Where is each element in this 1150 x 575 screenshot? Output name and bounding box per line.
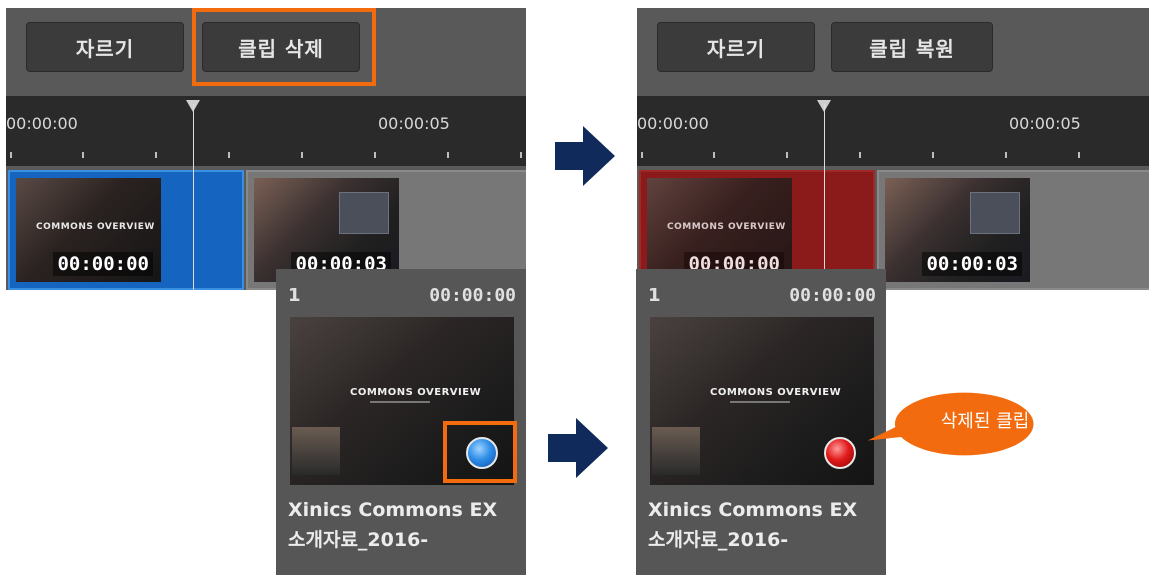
ruler-tick xyxy=(1005,152,1007,158)
clip-card-name-line1: Xinics Commons EX xyxy=(648,499,858,521)
ruler-timecode-start: 00:00:00 xyxy=(6,114,78,133)
clip-card-timecode: 00:00:00 xyxy=(429,285,516,306)
ruler-tick xyxy=(713,152,715,158)
time-ruler[interactable]: 00:00:00 00:00:05 xyxy=(6,96,526,166)
presenter-thumbnail xyxy=(292,427,340,475)
clip-index: 1 xyxy=(648,285,661,306)
clip-card-timecode: 00:00:00 xyxy=(789,285,876,306)
ruler-tick xyxy=(932,152,934,158)
ruler-tick xyxy=(641,152,643,158)
ruler-timecode-mid: 00:00:05 xyxy=(378,114,450,133)
ruler-timecode-mid: 00:00:05 xyxy=(1009,114,1081,133)
callout-text: 삭제된 클립 xyxy=(940,411,1030,432)
clip-thumbnail-title: COMMONS OVERVIEW xyxy=(667,222,786,232)
clip-thumbnail-screen xyxy=(339,192,389,234)
right-clip-card[interactable]: 1 00:00:00 COMMONS OVERVIEW Xinics Commo… xyxy=(636,269,886,575)
clip-thumbnail-title: COMMONS OVERVIEW xyxy=(36,222,155,232)
thumbnail-subtitle-line xyxy=(730,401,790,403)
time-ruler[interactable]: 00:00:00 00:00:05 xyxy=(637,96,1149,166)
ruler-tick xyxy=(447,152,449,158)
timeline-clip-selected[interactable]: COMMONS OVERVIEW 00:00:00 xyxy=(8,170,244,290)
clip-thumbnail-screen xyxy=(970,192,1020,234)
clip-thumbnail: 00:00:03 xyxy=(885,178,1030,282)
red-dot-icon[interactable] xyxy=(824,437,856,469)
right-timeline-panel: 자르기 클립 복원 00:00:00 00:00:05 COMMONS OVER… xyxy=(637,8,1149,290)
ruler-tick xyxy=(155,152,157,158)
clip-thumbnail: 00:00:03 xyxy=(254,178,399,282)
ruler-tick xyxy=(374,152,376,158)
clip-index: 1 xyxy=(288,285,301,306)
clip-card-thumbnail-title: COMMONS OVERVIEW xyxy=(710,387,842,398)
clip-card-name: Xinics Commons EX 소개자료_2016- xyxy=(288,495,520,555)
thumbnail-subtitle-line xyxy=(370,401,430,403)
cut-button[interactable]: 자르기 xyxy=(26,22,184,72)
highlight-delete-button xyxy=(192,8,376,86)
restore-clip-button[interactable]: 클립 복원 xyxy=(831,22,993,72)
ruler-tick xyxy=(228,152,230,158)
ruler-tick xyxy=(859,152,861,158)
clip-card-name-line2: 소개자료_2016- xyxy=(648,529,789,551)
ruler-tick xyxy=(520,152,522,158)
clip-card-name: Xinics Commons EX 소개자료_2016- xyxy=(648,495,880,555)
clip-card-name-line2: 소개자료_2016- xyxy=(288,529,429,551)
highlight-status-button xyxy=(443,421,517,483)
ruler-tick xyxy=(1078,152,1080,158)
ruler-tick xyxy=(82,152,84,158)
clip-thumbnail: COMMONS OVERVIEW 00:00:00 xyxy=(647,178,792,282)
right-arrow-icon xyxy=(555,126,615,186)
presenter-thumbnail xyxy=(652,427,700,475)
timeline-clip[interactable]: 00:00:03 xyxy=(877,170,1149,290)
clip-timecode: 00:00:03 xyxy=(922,252,1022,276)
ruler-timecode-start: 00:00:00 xyxy=(637,114,709,133)
ruler-tick xyxy=(786,152,788,158)
clip-timecode: 00:00:00 xyxy=(53,252,153,276)
ruler-tick xyxy=(301,152,303,158)
playhead-line xyxy=(824,104,825,290)
clip-thumbnail: COMMONS OVERVIEW 00:00:00 xyxy=(16,178,161,282)
ruler-tick xyxy=(10,152,12,158)
playhead-line xyxy=(193,104,194,290)
right-arrow-icon xyxy=(548,418,608,478)
clip-card-thumbnail-title: COMMONS OVERVIEW xyxy=(350,387,482,398)
cut-button[interactable]: 자르기 xyxy=(657,22,815,72)
right-toolbar: 자르기 클립 복원 xyxy=(637,8,1149,96)
clip-card-name-line1: Xinics Commons EX xyxy=(288,499,498,521)
